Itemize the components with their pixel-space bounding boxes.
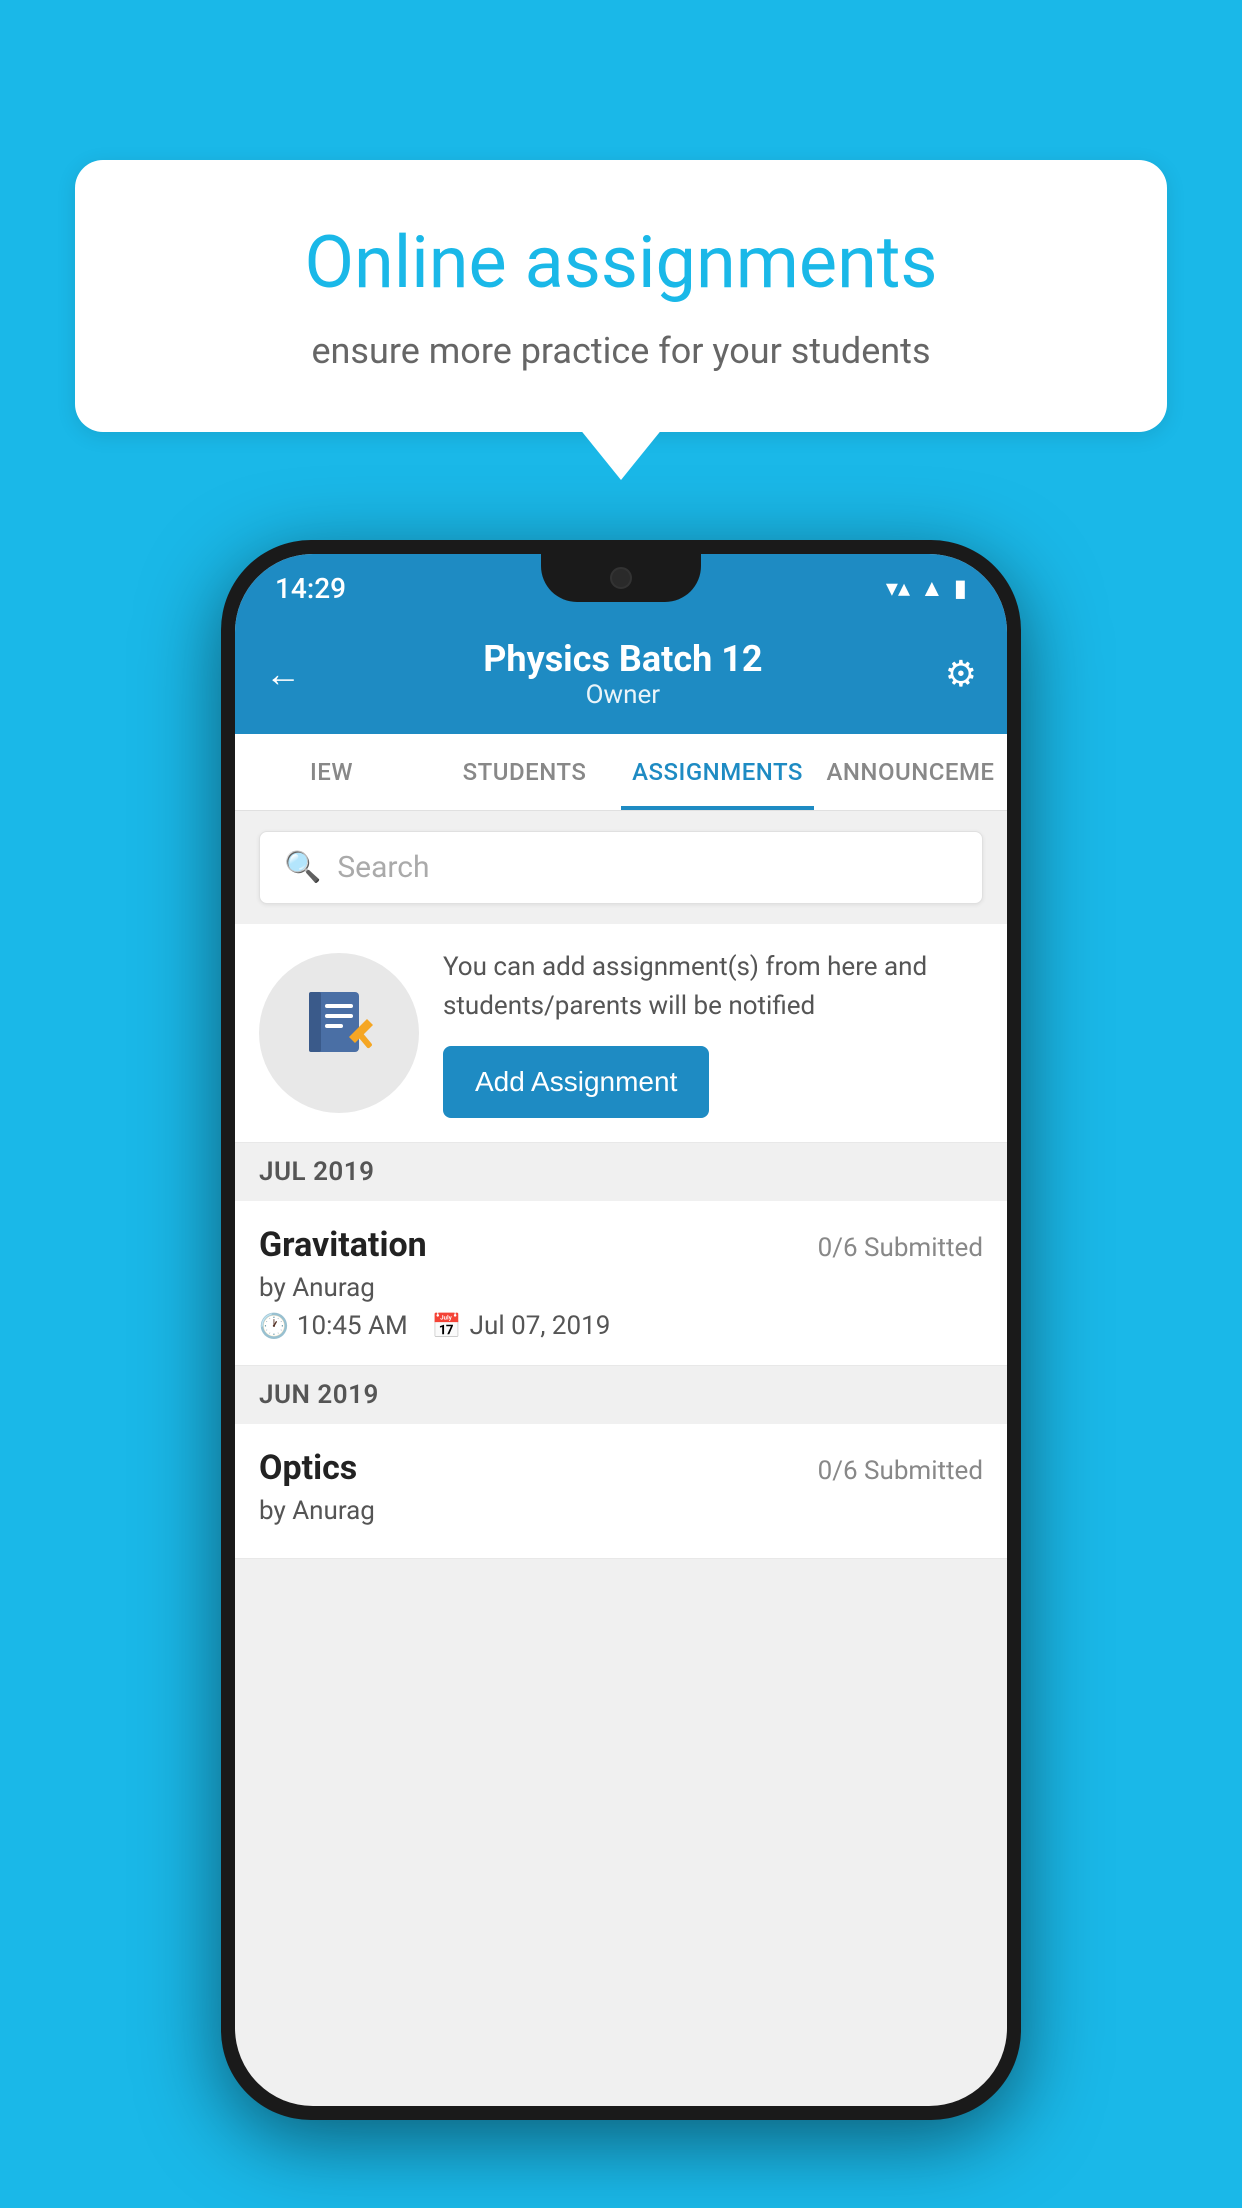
assignment-row-top-2: Optics 0/6 Submitted <box>259 1448 983 1488</box>
add-assignment-button[interactable]: Add Assignment <box>443 1046 709 1118</box>
assignment-author: by Anurag <box>259 1273 983 1303</box>
notch <box>541 554 701 602</box>
assignment-title-2: Optics <box>259 1448 357 1488</box>
assignment-author-2: by Anurag <box>259 1496 983 1526</box>
section-jun-2019: JUN 2019 <box>235 1366 1007 1424</box>
assignment-time: 🕐 10:45 AM <box>259 1311 408 1341</box>
promo-description: You can add assignment(s) from here and … <box>443 948 983 1026</box>
wifi-icon: ▾▴ <box>886 574 910 602</box>
assignment-meta: 🕐 10:45 AM 📅 Jul 07, 2019 <box>259 1311 983 1341</box>
search-bar[interactable]: 🔍 Search <box>259 831 983 904</box>
phone-screen: 14:29 ▾▴ ▲ ▮ ← Physics Batch 12 Owner ⚙ … <box>235 554 1007 2106</box>
tab-students[interactable]: STUDENTS <box>428 734 621 810</box>
promo-content: You can add assignment(s) from here and … <box>443 948 983 1118</box>
speech-bubble: Online assignments ensure more practice … <box>75 160 1167 432</box>
app-header: ← Physics Batch 12 Owner ⚙ <box>235 614 1007 734</box>
speech-bubble-container: Online assignments ensure more practice … <box>75 160 1167 432</box>
camera-dot <box>610 567 632 589</box>
assignment-gravitation[interactable]: Gravitation 0/6 Submitted by Anurag 🕐 10… <box>235 1201 1007 1366</box>
assignment-title: Gravitation <box>259 1225 427 1265</box>
speech-bubble-subtitle: ensure more practice for your students <box>145 330 1097 372</box>
calendar-icon: 📅 <box>432 1312 462 1340</box>
signal-icon: ▲ <box>920 574 944 603</box>
assignment-date: 📅 Jul 07, 2019 <box>432 1311 611 1341</box>
status-time: 14:29 <box>275 572 346 605</box>
header-subtitle: Owner <box>483 680 762 710</box>
assignment-submitted-2: 0/6 Submitted <box>818 1456 983 1486</box>
status-icons: ▾▴ ▲ ▮ <box>886 574 967 603</box>
search-icon: 🔍 <box>284 850 321 885</box>
notebook-icon <box>299 984 379 1082</box>
assignment-row-top: Gravitation 0/6 Submitted <box>259 1225 983 1265</box>
phone-container: 14:29 ▾▴ ▲ ▮ ← Physics Batch 12 Owner ⚙ … <box>221 540 1021 2120</box>
tabs-container: IEW STUDENTS ASSIGNMENTS ANNOUNCEME <box>235 734 1007 811</box>
header-title: Physics Batch 12 <box>483 638 762 680</box>
search-placeholder: Search <box>337 850 429 885</box>
tab-iew[interactable]: IEW <box>235 734 428 810</box>
assignment-optics[interactable]: Optics 0/6 Submitted by Anurag <box>235 1424 1007 1559</box>
settings-button[interactable]: ⚙ <box>945 653 977 695</box>
header-center: Physics Batch 12 Owner <box>483 638 762 710</box>
assignment-submitted: 0/6 Submitted <box>818 1233 983 1263</box>
section-jul-2019: JUL 2019 <box>235 1143 1007 1201</box>
speech-bubble-title: Online assignments <box>145 220 1097 306</box>
clock-icon: 🕐 <box>259 1312 289 1340</box>
battery-icon: ▮ <box>954 574 967 602</box>
tab-announcements[interactable]: ANNOUNCEME <box>814 734 1007 810</box>
back-button[interactable]: ← <box>265 653 301 695</box>
tab-assignments[interactable]: ASSIGNMENTS <box>621 734 814 810</box>
promo-card: You can add assignment(s) from here and … <box>235 924 1007 1143</box>
assignment-icon-circle <box>259 953 419 1113</box>
phone-outer: 14:29 ▾▴ ▲ ▮ ← Physics Batch 12 Owner ⚙ … <box>221 540 1021 2120</box>
